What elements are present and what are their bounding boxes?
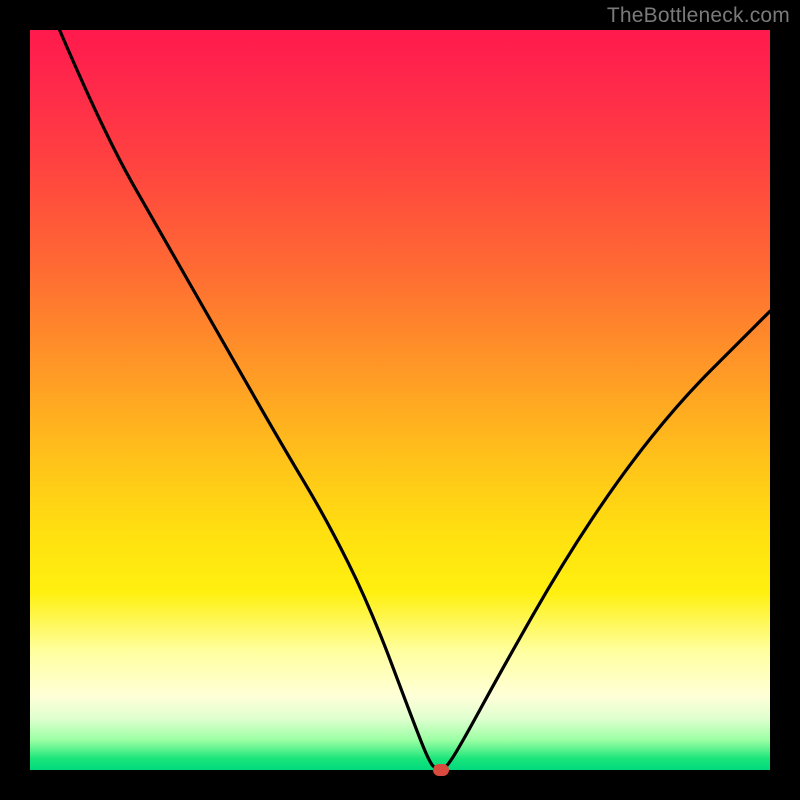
plot-area <box>30 30 770 770</box>
bottleneck-curve-path <box>60 30 770 770</box>
chart-frame: TheBottleneck.com <box>0 0 800 800</box>
optimum-marker <box>433 764 449 776</box>
watermark-text: TheBottleneck.com <box>607 4 790 28</box>
curve-svg <box>30 30 770 770</box>
